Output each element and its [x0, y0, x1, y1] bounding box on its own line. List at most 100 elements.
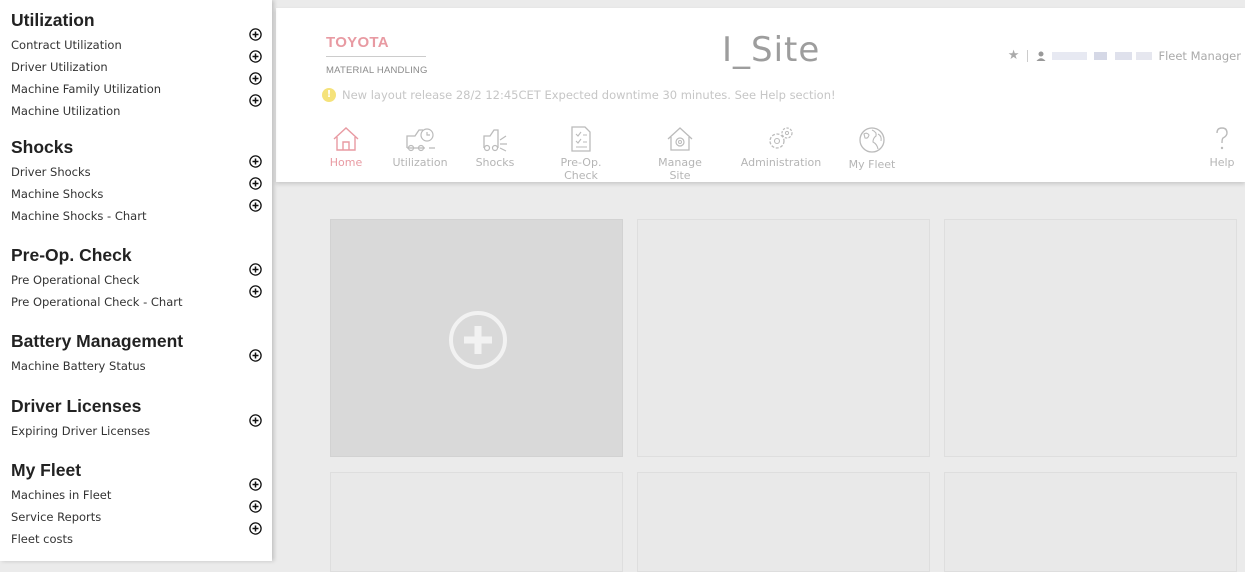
- nav-label: Home: [329, 156, 363, 169]
- add-widget-icon[interactable]: [249, 349, 262, 362]
- sidebar-item-machine-battery-status[interactable]: Machine Battery Status: [11, 349, 272, 377]
- add-circle-icon[interactable]: [449, 311, 507, 369]
- brand-subtitle: MATERIAL HANDLING: [326, 65, 428, 76]
- sidebar-item-machines-in-fleet[interactable]: Machines in Fleet: [11, 478, 272, 506]
- warning-icon: !: [322, 88, 336, 102]
- sidebar-item-label: Expiring Driver Licenses: [11, 424, 151, 438]
- nav-label: Help: [1209, 156, 1235, 169]
- section-title-utilization: Utilization: [11, 10, 95, 30]
- widget-tile[interactable]: [330, 472, 623, 572]
- nav-label: Utilization: [392, 156, 448, 169]
- checklist-icon: [571, 126, 591, 152]
- sidebar-item-label: Pre Operational Check: [11, 273, 140, 287]
- nav-utilization[interactable]: Utilization: [392, 126, 448, 169]
- sidebar-item-label: Contract Utilization: [11, 38, 122, 52]
- sidebar-item-label: Driver Shocks: [11, 165, 91, 179]
- sidebar-item-expiring-driver-licenses[interactable]: Expiring Driver Licenses: [11, 414, 272, 442]
- forklift-clock-icon: [406, 128, 435, 152]
- add-widget-icon[interactable]: [249, 263, 262, 276]
- widget-tile[interactable]: [637, 472, 930, 572]
- widget-tile[interactable]: [637, 219, 930, 457]
- house-gear-icon: [667, 127, 693, 151]
- section-pre-op-check: Pre-Op. Check Pre Operational Check Pre …: [0, 227, 272, 313]
- sidebar-item-label: Machine Utilization: [11, 104, 121, 118]
- forklift-impact-icon: [483, 129, 507, 152]
- nav-administration[interactable]: Administration: [740, 126, 822, 169]
- site-title: I_Site: [722, 30, 821, 70]
- section-driver-licenses: Driver Licenses Expiring Driver Licenses: [0, 377, 272, 442]
- add-widget-icon[interactable]: [249, 522, 262, 535]
- sidebar-item-label: Driver Utilization: [11, 60, 108, 74]
- add-widget-icon[interactable]: [249, 28, 262, 41]
- globe-icon: [859, 127, 885, 153]
- section-utilization: Utilization Contract Utilization Driver …: [0, 0, 272, 122]
- add-widget-icon[interactable]: [249, 285, 262, 298]
- nav-pre-op-check[interactable]: Pre-Op. Check: [544, 126, 618, 182]
- sidebar-item-label: Service Reports: [11, 510, 102, 524]
- sidebar-item-fleet-costs[interactable]: Fleet costs: [11, 522, 272, 550]
- nav-label: Manage Site: [658, 156, 702, 182]
- user-role[interactable]: Fleet Manager: [1158, 49, 1241, 63]
- add-widget-icon[interactable]: [249, 500, 262, 513]
- brand-logo[interactable]: TOYOTA MATERIAL HANDLING: [326, 34, 428, 76]
- add-widget-icon[interactable]: [249, 478, 262, 491]
- section-title-my-fleet: My Fleet: [11, 460, 82, 480]
- sidebar-item-label: Machine Shocks: [11, 187, 104, 201]
- sidebar-item-pre-operational-check-chart[interactable]: Pre Operational Check - Chart: [11, 285, 272, 313]
- sidebar-item-label: Machines in Fleet: [11, 488, 112, 502]
- section-my-fleet: My Fleet Machines in Fleet Service Repor…: [0, 442, 272, 550]
- add-widget-icon[interactable]: [249, 199, 262, 212]
- sidebar-item-driver-utilization[interactable]: Driver Utilization: [11, 50, 272, 78]
- add-widget-icon[interactable]: [249, 414, 262, 427]
- nav-home[interactable]: Home: [326, 126, 366, 169]
- nav-shocks[interactable]: Shocks: [474, 126, 516, 169]
- user-icon: [1036, 51, 1046, 61]
- section-title-shocks: Shocks: [11, 137, 74, 157]
- sidebar-item-label: Pre Operational Check - Chart: [11, 295, 183, 309]
- nav-manage-site[interactable]: Manage Site: [646, 126, 714, 182]
- divider: [1027, 49, 1029, 62]
- brand-divider: [326, 56, 426, 57]
- user-area: ★ Fleet Manager: [1008, 48, 1241, 63]
- add-widget-icon[interactable]: [249, 155, 262, 168]
- section-title-battery-management: Battery Management: [11, 331, 184, 351]
- nav-help[interactable]: Help: [1204, 126, 1240, 169]
- sidebar-item-contract-utilization[interactable]: Contract Utilization: [11, 28, 272, 56]
- notice-banner: ! New layout release 28/2 12:45CET Expec…: [322, 88, 836, 102]
- section-title-pre-op-check: Pre-Op. Check: [11, 245, 132, 265]
- sidebar-item-pre-operational-check[interactable]: Pre Operational Check: [11, 263, 272, 291]
- add-widget-icon[interactable]: [249, 50, 262, 63]
- add-widget-icon[interactable]: [249, 94, 262, 107]
- sidebar-item-driver-shocks[interactable]: Driver Shocks: [11, 155, 272, 183]
- add-widget-tile[interactable]: [330, 219, 623, 457]
- app-header: TOYOTA MATERIAL HANDLING I_Site ★ Fleet …: [276, 8, 1245, 182]
- sidebar-item-machine-utilization[interactable]: Machine Utilization: [11, 94, 272, 122]
- gears-icon: [769, 127, 793, 149]
- nav-label: Shocks: [475, 156, 515, 169]
- widget-tile[interactable]: [944, 472, 1237, 572]
- widget-sidebar: Utilization Contract Utilization Driver …: [0, 0, 272, 561]
- sidebar-item-label: Machine Battery Status: [11, 359, 146, 373]
- nav-label: Administration: [740, 156, 822, 169]
- sidebar-item-machine-family-utilization[interactable]: Machine Family Utilization: [11, 72, 272, 100]
- section-battery-management: Battery Management Machine Battery Statu…: [0, 313, 272, 377]
- user-name-redacted: [1052, 51, 1153, 60]
- add-widget-icon[interactable]: [249, 72, 262, 85]
- section-title-driver-licenses: Driver Licenses: [11, 396, 142, 416]
- nav-label: Pre-Op. Check: [560, 156, 602, 182]
- star-icon[interactable]: ★: [1008, 48, 1020, 63]
- add-widget-icon[interactable]: [249, 177, 262, 190]
- nav-my-fleet[interactable]: My Fleet: [848, 126, 896, 171]
- widget-tile[interactable]: [944, 219, 1237, 457]
- question-icon: [1216, 127, 1228, 150]
- main-nav: Home Utilization Shocks Pre-Op. Check Ma…: [276, 126, 1245, 182]
- sidebar-item-label: Machine Shocks - Chart: [11, 209, 147, 223]
- sidebar-item-label: Machine Family Utilization: [11, 82, 162, 96]
- sidebar-item-machine-shocks[interactable]: Machine Shocks: [11, 177, 272, 205]
- sidebar-item-machine-shocks-chart[interactable]: Machine Shocks - Chart: [11, 199, 272, 227]
- notice-text: New layout release 28/2 12:45CET Expecte…: [342, 88, 836, 102]
- nav-label: My Fleet: [848, 158, 896, 171]
- section-shocks: Shocks Driver Shocks Machine Shocks Mach…: [0, 122, 272, 227]
- sidebar-item-service-reports[interactable]: Service Reports: [11, 500, 272, 528]
- sidebar-item-label: Fleet costs: [11, 532, 73, 546]
